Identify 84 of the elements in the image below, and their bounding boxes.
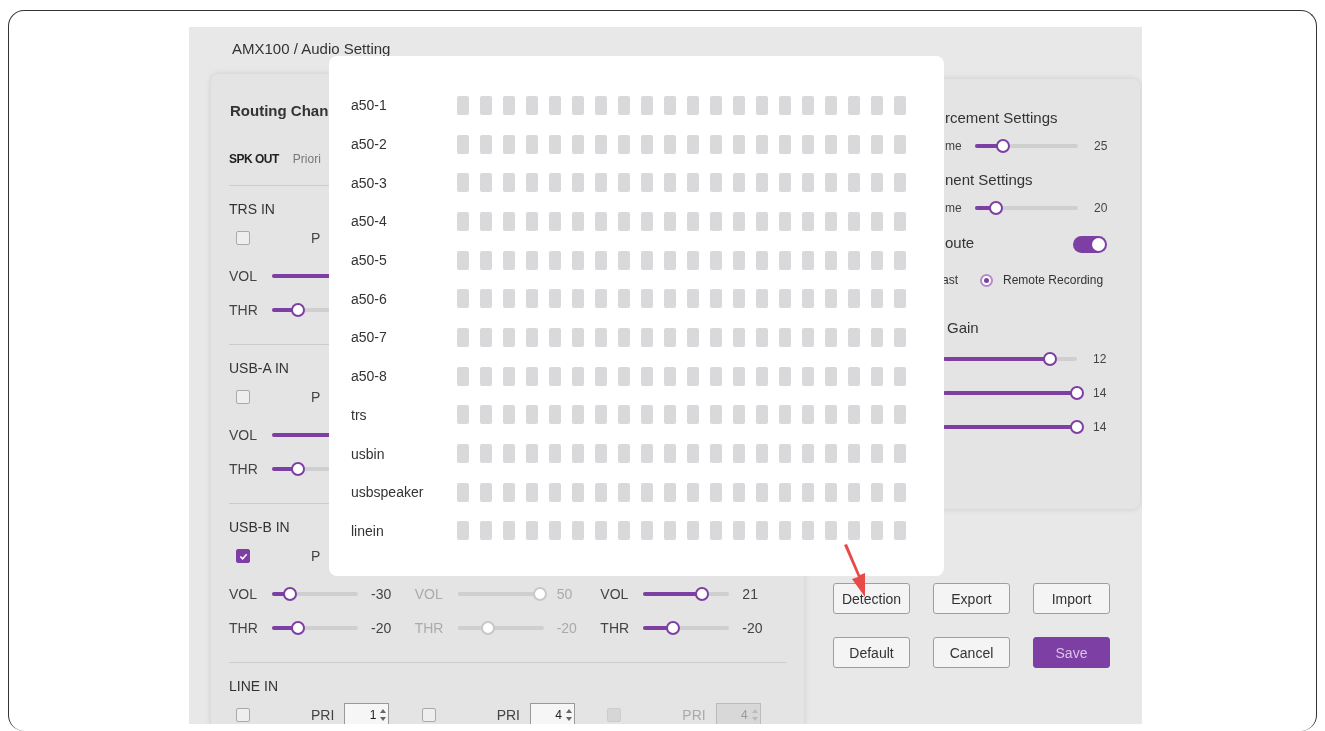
channel-name: a50-6 [351, 290, 388, 307]
action-button[interactable]: Default [833, 637, 910, 668]
action-button[interactable]: Save [1033, 637, 1110, 668]
slider-label: VOL [229, 427, 258, 443]
slider-thumb[interactable] [1043, 352, 1058, 366]
breadcrumb: AMX100 / Audio Setting [232, 39, 392, 59]
slider-value: -20 [371, 620, 392, 636]
channel-name: a50-8 [351, 368, 388, 385]
slider-thumb[interactable] [283, 587, 298, 601]
checkbox[interactable] [236, 708, 250, 722]
slider-value: 21 [742, 586, 758, 602]
group-title: rcement Settings [945, 109, 1059, 128]
priority-label: PRI [496, 707, 520, 723]
priority-spinner[interactable]: 1 [344, 703, 390, 724]
checkbox[interactable] [236, 231, 250, 245]
spinner-arrows-icon [566, 707, 572, 723]
slider-value: -30 [371, 586, 392, 602]
group-title: oute [945, 234, 975, 253]
slider-value: 25 [1094, 139, 1108, 153]
slider-thumb[interactable] [694, 587, 709, 601]
checkbox[interactable] [421, 708, 436, 722]
channel-name: a50-4 [351, 213, 388, 230]
channel-name: a50-7 [351, 329, 388, 346]
action-button[interactable]: Detection [833, 583, 910, 614]
spinner-arrows-icon [751, 707, 758, 723]
slider-label: THR [229, 302, 259, 318]
radio-label: Remote Recording [1003, 273, 1104, 287]
slider-value: 14 [1093, 420, 1107, 434]
priority-label: P [311, 230, 321, 246]
slider-thumb[interactable] [290, 621, 305, 635]
slider-label: me [945, 139, 963, 153]
channel-name: usbspeaker [351, 484, 425, 501]
channel-name: a50-1 [351, 97, 388, 114]
slider-label: THR [229, 461, 259, 477]
slider-value: -20 [556, 620, 577, 636]
slider-value: 14 [1093, 386, 1107, 400]
section-title: LINE IN [229, 678, 278, 696]
channel-name: a50-2 [351, 136, 388, 153]
checkmark-icon [238, 551, 248, 561]
checkbox[interactable] [236, 390, 250, 404]
channel-name: trs [351, 406, 368, 423]
slider-label: THR [600, 620, 631, 636]
priority-label: PRI [682, 707, 706, 723]
card-title: Routing Chan [230, 102, 329, 119]
slider-label: VOL [229, 268, 258, 284]
channel-name: a50-5 [351, 252, 388, 269]
slider-label: VOL [229, 586, 258, 602]
slider-label: me [945, 201, 963, 215]
action-button[interactable]: Import [1033, 583, 1110, 614]
section-title: USB-A IN [229, 360, 289, 378]
toggle-switch[interactable] [1073, 235, 1107, 253]
group-title: nent Settings [945, 171, 1034, 190]
slider-label: VOL [600, 586, 630, 602]
slider-value: -20 [742, 620, 763, 636]
slider-thumb[interactable] [290, 462, 305, 476]
section-title: TRS IN [229, 201, 275, 219]
slider-thumb[interactable] [1070, 386, 1084, 400]
slider-thumb[interactable] [988, 201, 1003, 215]
channel-name: a50-3 [351, 174, 388, 191]
priority-label: P [311, 389, 321, 405]
spinner-arrows-icon [380, 707, 387, 723]
action-button[interactable]: Cancel [933, 637, 1010, 668]
channel-name: usbin [351, 445, 386, 462]
slider-thumb[interactable] [1070, 420, 1084, 434]
slider-label: VOL [414, 586, 444, 602]
slider-value: 50 [556, 586, 573, 602]
priority-label: P [311, 548, 321, 564]
priority-spinner[interactable]: 4 [530, 703, 575, 724]
slider-value: 20 [1094, 201, 1108, 215]
tab[interactable]: Priori [292, 152, 321, 166]
tab[interactable]: SPK OUT [229, 152, 279, 166]
channel-name: linein [351, 522, 385, 539]
action-button[interactable]: Export [933, 583, 1010, 614]
slider-value: 12 [1093, 352, 1107, 366]
checkbox[interactable] [236, 549, 250, 563]
slider-thumb[interactable] [290, 303, 305, 317]
group-title: Gain [947, 319, 980, 336]
slider-label: THR [229, 620, 259, 636]
slider-label: THR [414, 620, 445, 636]
slider-thumb[interactable] [665, 621, 680, 635]
priority-label: PRI [311, 707, 335, 723]
radio-button[interactable] [980, 273, 993, 287]
section-title: USB-B IN [229, 519, 290, 537]
slider-thumb[interactable] [995, 139, 1010, 153]
